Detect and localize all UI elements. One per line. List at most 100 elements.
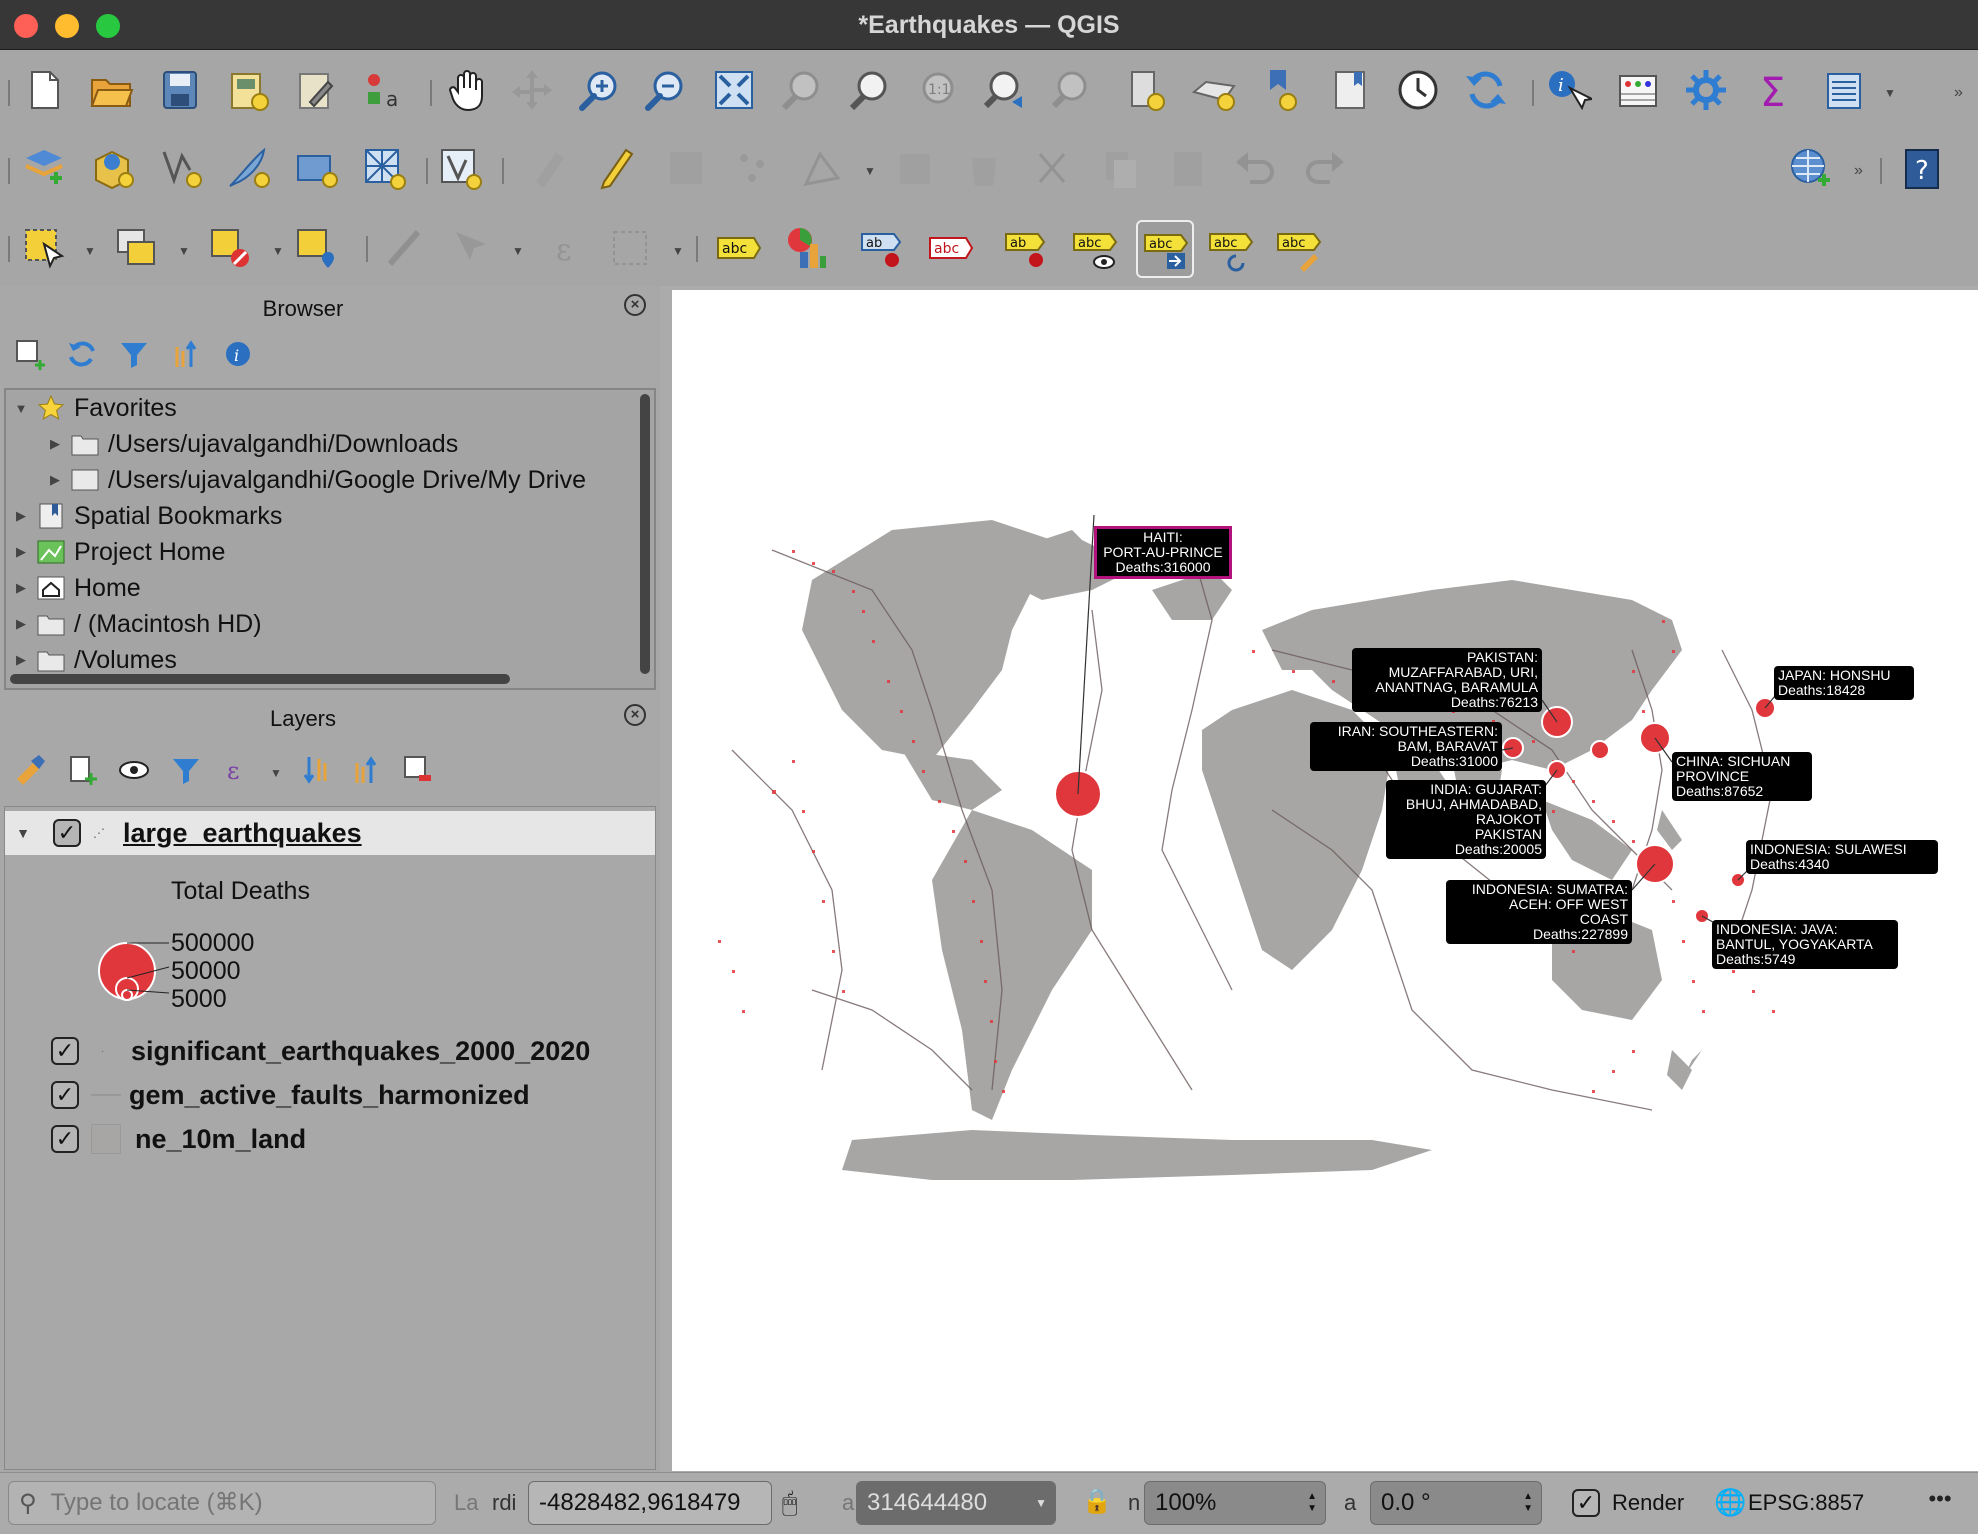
new-vector-tile-icon[interactable] [434,142,486,194]
browser-close-icon[interactable]: × [624,294,646,316]
toggle-extents-icon[interactable]: 🖱 [782,1487,798,1519]
annotation-icon[interactable] [446,222,498,274]
layer-visibility-checkbox[interactable]: ✓ [51,1081,79,1109]
zoom-to-selection-icon[interactable] [776,64,828,116]
new-geopackage-icon[interactable] [86,142,138,194]
layer-labeling-icon[interactable]: abc [712,222,764,274]
redo-icon[interactable] [1298,142,1350,194]
identify-features-icon[interactable]: i [1542,64,1594,116]
toggle-editing-icon[interactable] [592,142,644,194]
digitize-icon[interactable] [524,142,576,194]
remove-layer-icon[interactable] [398,750,438,790]
undo-icon[interactable] [1230,142,1282,194]
style-manager-icon[interactable]: a [358,64,410,116]
refresh-icon[interactable] [1460,64,1512,116]
zoom-out-icon[interactable] [640,64,692,116]
tree-item-macintosh-hd[interactable]: ▶ / (Macintosh HD) [12,606,262,642]
save-project-icon[interactable] [154,64,206,116]
show-hide-labels-icon[interactable]: abc [924,222,976,274]
zoom-in-icon[interactable] [574,64,626,116]
scale-combobox[interactable]: 314644480 ▼ [856,1481,1056,1525]
vertex-tool-icon[interactable] [796,142,848,194]
statistics-sigma-icon[interactable]: Σ [1748,64,1800,116]
deselect-features-icon[interactable] [204,222,256,274]
add-group-icon[interactable] [62,750,102,790]
open-project-icon[interactable] [86,64,138,116]
pan-to-selection-icon[interactable] [506,64,558,116]
tree-item-home[interactable]: ▶ Home [12,570,141,606]
filter-legend-icon[interactable] [166,750,206,790]
filter-by-expression-icon[interactable]: ε [218,750,258,790]
tree-item-project-home[interactable]: ▶ Project Home [12,534,225,570]
new-print-layout-icon[interactable] [222,64,274,116]
locator-search[interactable]: ⚲ [8,1481,436,1525]
tree-item-spatial-bookmarks[interactable]: ▶ Spatial Bookmarks [12,498,282,534]
layout-manager-icon[interactable] [290,64,342,116]
layer-row-active-faults[interactable]: ✓ gem_active_faults_harmonized [5,1073,530,1117]
map-canvas[interactable]: HAITI: PORT-AU-PRINCE Deaths:316000 PAKI… [672,290,1978,1471]
new-bookmark-icon[interactable] [1120,64,1172,116]
add-point-icon[interactable] [728,142,780,194]
layer-row-land[interactable]: ✓ ne_10m_land [5,1117,306,1161]
zoom-to-layer-icon[interactable] [844,64,896,116]
add-service-layer-icon[interactable] [1784,142,1836,194]
coordinate-field[interactable]: -4828482,9618479 [528,1481,772,1525]
paste-features-icon[interactable] [1162,142,1214,194]
zoom-native-icon[interactable]: 1:1 [912,64,964,116]
select-by-location-icon[interactable] [290,222,342,274]
grid-select-icon[interactable] [604,222,656,274]
layer-visibility-checkbox[interactable]: ✓ [53,819,81,847]
select-by-value-icon[interactable] [110,222,162,274]
render-checkbox[interactable]: ✓ [1572,1489,1600,1517]
layer-row-significant-earthquakes[interactable]: ✓ · significant_earthquakes_2000_2020 [5,1029,590,1073]
expand-all-icon[interactable] [296,750,336,790]
crs-globe-icon[interactable]: 🌐 [1714,1487,1746,1518]
copy-features-icon[interactable] [1094,142,1146,194]
pin-labels-icon[interactable]: ab [856,222,908,274]
rotate-label-icon[interactable]: abc [1136,220,1194,278]
tree-item-favorites[interactable]: ▼ Favorites [12,390,177,426]
move-label-icon[interactable]: ab [1000,222,1052,274]
save-edits-icon[interactable] [660,142,712,194]
new-project-icon[interactable] [18,64,70,116]
collapse-all-layers-icon[interactable] [346,750,386,790]
new-shapefile-icon[interactable] [154,142,206,194]
layer-row-large-earthquakes[interactable]: ▼ ✓ ⋰ large_earthquakes [5,811,655,855]
change-label-icon[interactable]: abc [1204,222,1256,274]
browser-refresh-icon[interactable] [62,334,102,374]
new-spatialite-icon[interactable] [222,142,274,194]
toolbox-gear-icon[interactable] [1680,64,1732,116]
tree-item-downloads[interactable]: ▶ /Users/ujavalgandhi/Downloads [46,426,458,462]
layer-diagram-icon[interactable] [780,222,832,274]
new-map-view-icon[interactable] [1188,64,1240,116]
cut-features-icon[interactable] [1026,142,1078,194]
layer-visibility-checkbox[interactable]: ✓ [51,1125,79,1153]
expression-icon[interactable]: ε [540,222,592,274]
locator-input[interactable] [50,1489,411,1517]
help-icon[interactable]: ? [1896,142,1948,194]
attributes-form-icon[interactable] [1818,64,1870,116]
magnifier-spinbox[interactable]: 100% ▲ ▼ [1144,1481,1326,1525]
messages-icon[interactable]: ••• [1918,1481,1962,1525]
collapse-all-icon[interactable] [166,334,206,374]
delete-selected-icon[interactable] [958,142,1010,194]
expand-arrow-icon[interactable]: ▼ [5,825,41,841]
zoom-full-icon[interactable] [708,64,760,116]
tree-item-volumes[interactable]: ▶ /Volumes [12,642,177,678]
zoom-last-icon[interactable] [980,64,1032,116]
layers-close-icon[interactable]: × [624,704,646,726]
new-virtual-layer-icon[interactable] [290,142,342,194]
new-grid-layer-icon[interactable] [358,142,410,194]
rotation-spinbox[interactable]: 0.0 ° ▲ ▼ [1370,1481,1542,1525]
browser-info-icon[interactable]: i [218,334,258,374]
modify-attributes-icon[interactable] [890,142,942,194]
browser-horizontal-scrollbar[interactable] [10,674,510,684]
tree-item-google-drive[interactable]: ▶ /Users/ujavalgandhi/Google Drive/My Dr… [46,462,586,498]
open-layer-styling-icon[interactable] [10,750,50,790]
new-3d-map-icon[interactable] [1256,64,1308,116]
manage-visibility-icon[interactable] [114,750,154,790]
select-features-icon[interactable] [18,222,70,274]
browser-filter-icon[interactable] [114,334,154,374]
open-attribute-table-icon[interactable] [1612,64,1664,116]
label-preview-icon[interactable]: abc [1068,222,1120,274]
